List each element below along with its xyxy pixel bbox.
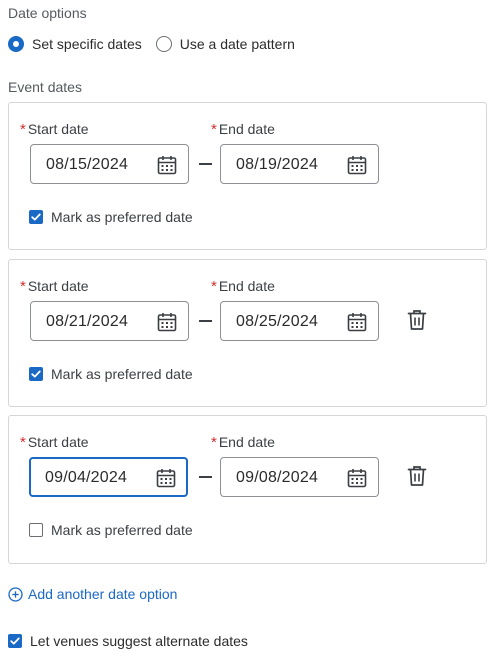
date-range-dash bbox=[199, 320, 212, 322]
end-date-label: * End date bbox=[211, 434, 275, 451]
checkbox-checked[interactable] bbox=[8, 634, 22, 648]
radio-set-specific-dates[interactable]: Set specific dates bbox=[8, 36, 142, 52]
calendar-icon[interactable] bbox=[346, 311, 368, 333]
end-date-input[interactable]: 09/08/2024 bbox=[220, 457, 379, 497]
start-date-value: 09/04/2024 bbox=[45, 469, 128, 486]
date-option-card: * Start date * End date 08/21/2024 08/25/2… bbox=[8, 259, 487, 407]
date-range-dash bbox=[199, 476, 212, 478]
start-date-label: * Start date bbox=[20, 121, 89, 138]
end-date-value: 08/19/2024 bbox=[236, 156, 319, 173]
suggest-alternate-dates-checkbox[interactable]: Let venues suggest alternate dates bbox=[8, 632, 248, 650]
start-date-input[interactable]: 09/04/2024 bbox=[29, 457, 188, 497]
required-marker: * bbox=[211, 434, 217, 451]
mark-preferred-checkbox[interactable]: Mark as preferred date bbox=[29, 521, 193, 539]
radio-selected-indicator[interactable] bbox=[8, 36, 24, 52]
start-date-value: 08/21/2024 bbox=[46, 313, 129, 330]
date-range-dash bbox=[199, 163, 212, 165]
calendar-icon[interactable] bbox=[156, 154, 178, 176]
event-dates-heading: Event dates bbox=[8, 79, 82, 95]
checkbox-label: Mark as preferred date bbox=[51, 209, 193, 225]
radio-unselected-indicator[interactable] bbox=[155, 36, 172, 52]
checkbox-label: Mark as preferred date bbox=[51, 366, 193, 382]
required-marker: * bbox=[20, 278, 26, 295]
add-date-option-label: Add another date option bbox=[28, 586, 178, 602]
required-marker: * bbox=[20, 121, 26, 138]
calendar-icon[interactable] bbox=[156, 311, 178, 333]
plus-circle-icon bbox=[8, 586, 23, 602]
start-date-input[interactable]: 08/15/2024 bbox=[30, 144, 189, 184]
date-options-radio-group: Set specific dates Use a date pattern bbox=[8, 34, 309, 54]
start-date-label: * Start date bbox=[20, 434, 89, 451]
start-date-input[interactable]: 08/21/2024 bbox=[30, 301, 189, 341]
radio-use-date-pattern[interactable]: Use a date pattern bbox=[155, 36, 295, 52]
calendar-icon[interactable] bbox=[155, 467, 177, 489]
checkmark-icon bbox=[10, 637, 20, 645]
end-date-value: 09/08/2024 bbox=[236, 469, 319, 486]
checkbox-checked[interactable] bbox=[29, 367, 43, 381]
date-option-card: * Start date * End date 08/15/2024 08/19/2… bbox=[8, 102, 487, 250]
checkbox-label: Mark as preferred date bbox=[51, 522, 193, 538]
checkbox-unchecked[interactable] bbox=[29, 523, 43, 537]
checkmark-icon bbox=[31, 213, 41, 221]
required-marker: * bbox=[211, 278, 217, 295]
checkmark-icon bbox=[31, 370, 41, 378]
trash-icon[interactable] bbox=[405, 308, 429, 332]
calendar-icon[interactable] bbox=[346, 467, 368, 489]
mark-preferred-checkbox[interactable]: Mark as preferred date bbox=[29, 365, 193, 383]
mark-preferred-checkbox[interactable]: Mark as preferred date bbox=[29, 208, 193, 226]
radio-label: Use a date pattern bbox=[179, 36, 295, 52]
end-date-label: * End date bbox=[211, 278, 275, 295]
required-marker: * bbox=[211, 121, 217, 138]
start-date-value: 08/15/2024 bbox=[46, 156, 129, 173]
calendar-icon[interactable] bbox=[346, 154, 368, 176]
radio-label: Set specific dates bbox=[32, 36, 142, 52]
end-date-input[interactable]: 08/19/2024 bbox=[220, 144, 379, 184]
add-date-option-link[interactable]: Add another date option bbox=[8, 585, 177, 603]
end-date-input[interactable]: 08/25/2024 bbox=[220, 301, 379, 341]
required-marker: * bbox=[20, 434, 26, 451]
trash-icon[interactable] bbox=[405, 464, 429, 488]
date-options-heading: Date options bbox=[8, 5, 87, 21]
checkbox-checked[interactable] bbox=[29, 210, 43, 224]
end-date-value: 08/25/2024 bbox=[236, 313, 319, 330]
end-date-label: * End date bbox=[211, 121, 275, 138]
start-date-label: * Start date bbox=[20, 278, 89, 295]
date-option-card: * Start date * End date 09/04/2024 09/08/2… bbox=[8, 415, 487, 564]
suggest-alternate-dates-label: Let venues suggest alternate dates bbox=[30, 633, 248, 649]
